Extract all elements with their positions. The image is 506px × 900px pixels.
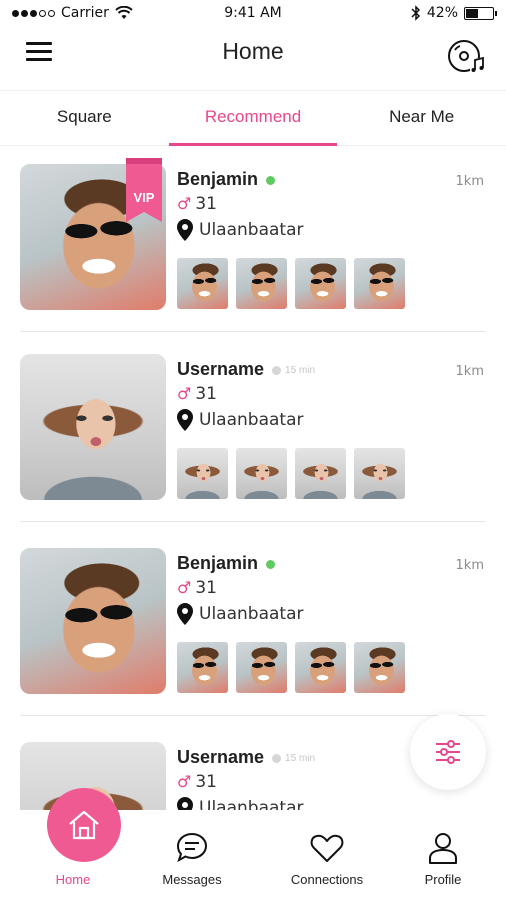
- user-age: ♂ 31: [177, 772, 217, 792]
- home-icon: [69, 810, 99, 840]
- tab-near-me[interactable]: Near Me: [337, 91, 506, 145]
- offline-indicator: [272, 753, 282, 763]
- home-fab[interactable]: [47, 788, 121, 862]
- avatar[interactable]: [20, 354, 166, 500]
- photo-thumbnail[interactable]: [354, 642, 405, 693]
- photo-thumbnail[interactable]: [236, 448, 287, 499]
- vip-label: VIP: [134, 190, 155, 205]
- offline-indicator: [272, 365, 282, 375]
- bluetooth-icon: [411, 5, 420, 21]
- last-seen: 15 min: [285, 364, 316, 376]
- status-bar: Carrier 9:41 AM 42%: [0, 0, 506, 28]
- male-icon: ♂: [177, 578, 192, 597]
- nav-home-label: Home: [55, 872, 91, 887]
- photo-thumbnail[interactable]: [177, 258, 228, 309]
- last-seen: 15 min: [285, 752, 316, 764]
- user-card[interactable]: Benjamin 1km ♂ 31 Ulaanbaatar: [0, 530, 506, 716]
- location-pin-icon: [177, 797, 193, 810]
- battery-percent: 42%: [426, 5, 458, 21]
- photo-strip: [177, 642, 405, 693]
- tab-recommend[interactable]: Recommend: [168, 91, 338, 146]
- user-location: Ulaanbaatar: [177, 603, 303, 625]
- male-icon: ♂: [177, 194, 192, 213]
- user-name: Benjamin: [177, 169, 276, 190]
- user-card[interactable]: Username 15 min 1km ♂ 31 Ulaanbaatar: [0, 336, 506, 522]
- nav-connections-label: Connections: [290, 872, 364, 887]
- photo-strip: [177, 448, 405, 499]
- user-card[interactable]: VIP Benjamin 1km ♂ 31 Ulaanbaatar: [0, 146, 506, 332]
- filter-sliders-icon: [436, 740, 460, 764]
- avatar[interactable]: [20, 548, 166, 694]
- user-name: Username 15 min: [177, 747, 316, 767]
- user-age: ♂ 31: [177, 578, 217, 598]
- male-icon: ♂: [177, 772, 192, 791]
- vip-badge: VIP: [126, 158, 162, 222]
- photo-thumbnail[interactable]: [354, 448, 405, 499]
- photo-thumbnail[interactable]: [236, 642, 287, 693]
- divider: [20, 331, 486, 332]
- photo-strip: [177, 258, 405, 309]
- divider: [20, 521, 486, 522]
- photo-thumbnail[interactable]: [354, 258, 405, 309]
- music-disc-icon[interactable]: [446, 36, 486, 76]
- user-list: VIP Benjamin 1km ♂ 31 Ulaanbaatar Usernam…: [0, 146, 506, 810]
- tab-bar: Square Recommend Near Me: [0, 90, 506, 146]
- user-age: ♂ 31: [177, 384, 217, 404]
- location-pin-icon: [177, 603, 193, 625]
- tab-square[interactable]: Square: [0, 91, 169, 145]
- user-location: Ulaanbaatar: [177, 797, 303, 810]
- location-pin-icon: [177, 219, 193, 241]
- online-indicator: [266, 559, 276, 569]
- distance: 1km: [455, 174, 484, 189]
- nav-profile-label: Profile: [424, 872, 462, 887]
- distance: 1km: [455, 364, 484, 379]
- divider: [20, 715, 486, 716]
- battery-icon: [464, 6, 497, 20]
- heart-icon: [310, 834, 344, 862]
- location-pin-icon: [177, 409, 193, 431]
- male-icon: ♂: [177, 384, 192, 403]
- bottom-nav: Home Messages Connections Profile: [0, 788, 506, 900]
- page-title: Home: [222, 38, 284, 64]
- chat-icon: [176, 832, 208, 863]
- photo-thumbnail[interactable]: [177, 642, 228, 693]
- filter-button[interactable]: [410, 714, 486, 790]
- photo-thumbnail[interactable]: [236, 258, 287, 309]
- user-age: ♂ 31: [177, 194, 217, 214]
- photo-thumbnail[interactable]: [295, 642, 346, 693]
- user-icon: [429, 833, 457, 864]
- photo-thumbnail[interactable]: [295, 258, 346, 309]
- photo-thumbnail[interactable]: [295, 448, 346, 499]
- app-header: Home: [0, 28, 506, 84]
- user-name: Benjamin: [177, 553, 276, 574]
- online-indicator: [266, 175, 276, 185]
- photo-thumbnail[interactable]: [177, 448, 228, 499]
- user-location: Ulaanbaatar: [177, 409, 303, 431]
- distance: 1km: [455, 558, 484, 573]
- nav-messages-label: Messages: [162, 872, 222, 887]
- user-name: Username 15 min: [177, 359, 316, 379]
- user-location: Ulaanbaatar: [177, 219, 303, 241]
